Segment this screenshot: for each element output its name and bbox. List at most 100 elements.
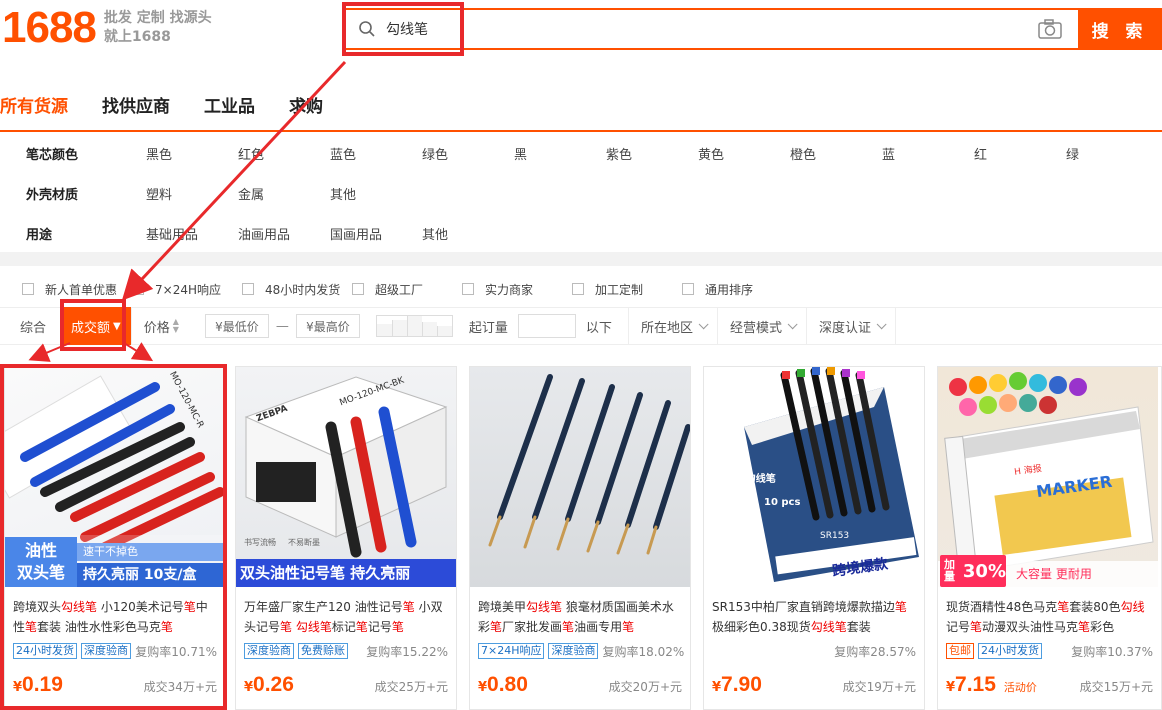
arrow-sort-left — [28, 342, 71, 362]
verification-dropdown[interactable]: 深度认证 — [805, 307, 896, 345]
product-card[interactable]: MO-120-MC-R 油性 双头笔 速干不掉色 持久亮丽 10支/盒 跨境双头… — [4, 366, 226, 710]
title-text: 厂家批发画 — [502, 620, 563, 634]
checkbox-box[interactable] — [462, 283, 474, 295]
moq-input[interactable] — [517, 314, 576, 338]
max-price-input[interactable]: ¥最高价 — [295, 314, 360, 338]
moq-label: 起订量 — [468, 320, 508, 336]
product-image[interactable] — [470, 367, 690, 587]
checkbox-new-user[interactable]: 新人首单优惠 — [22, 281, 132, 298]
title-keyword: 笔 — [183, 600, 196, 614]
logo[interactable]: 1688 批发 定制 找源头 就上1688 — [2, 2, 212, 54]
product-title[interactable]: 跨境双头勾线笔 小120美术记号笔中性笔套装 油性水性彩色马克笔 — [5, 587, 225, 639]
service-tag: 24小时发货 — [978, 643, 1042, 659]
checkbox-super-factory[interactable]: 超级工厂 — [352, 281, 462, 298]
checkbox-box[interactable] — [242, 283, 254, 295]
title-text: 套装 — [846, 620, 871, 634]
service-checkboxes: 新人首单优惠 7×24H响应 48小时内发货 超级工厂 实力商家 加工定制 通用… — [0, 276, 1162, 302]
product-image[interactable]: MARKER H 海报 加量 30% 大容量 更耐用 — [938, 367, 1158, 587]
checkbox-48h[interactable]: 48小时内发货 — [242, 281, 352, 298]
attr-value[interactable]: 蓝色 — [330, 144, 422, 163]
currency-symbol: ¥ — [478, 680, 488, 695]
attr-value[interactable]: 黑色 — [146, 144, 238, 163]
price-row: ¥ 0.19 成交34万+元 — [5, 673, 225, 697]
sort-comprehensive[interactable]: 综合 — [0, 307, 62, 345]
checkbox-box[interactable] — [682, 283, 694, 295]
checkbox-box[interactable] — [22, 283, 34, 295]
page-root: 1688 批发 定制 找源头 就上1688 勾线笔 搜 索 所有货源 找供应商 … — [0, 0, 1162, 710]
title-keyword: 笔 — [355, 620, 368, 634]
attr-value[interactable]: 蓝 — [882, 144, 974, 163]
currency-symbol: ¥ — [946, 680, 956, 695]
product-image[interactable]: 授权代理 SR153勾线笔 10 pcs SR153 跨境爆款 — [704, 367, 924, 587]
checkbox-strong-merchant[interactable]: 实力商家 — [462, 281, 572, 298]
checkbox-box[interactable] — [572, 283, 584, 295]
product-card[interactable]: 授权代理 SR153勾线笔 10 pcs SR153 跨境爆款 SR153中柏厂… — [703, 366, 925, 710]
attr-value[interactable]: 红色 — [238, 144, 330, 163]
sort-sales-amount[interactable]: 成交额 ▼ — [61, 307, 132, 345]
auth-line-1: 授权代理 — [710, 460, 750, 471]
attr-value[interactable]: 油画用品 — [238, 224, 330, 243]
business-mode-dropdown[interactable]: 经营模式 — [716, 307, 806, 345]
attr-value[interactable]: 黑 — [514, 144, 606, 163]
attr-value[interactable]: 黄色 — [698, 144, 790, 163]
checkbox-box[interactable] — [132, 283, 144, 295]
title-keyword: 笔 — [1057, 600, 1070, 614]
checkbox-general-sort[interactable]: 通用排序 — [682, 281, 792, 298]
attr-value[interactable]: 橙色 — [790, 144, 882, 163]
checkbox-box[interactable] — [352, 283, 364, 295]
title-text: 彩色 — [1090, 620, 1115, 634]
sort-price[interactable]: 价格 ▲ ▼ — [132, 307, 191, 345]
product-title[interactable]: 跨境美甲勾线笔 狼毫材质国画美术水彩笔厂家批发画笔油画专用笔 — [470, 587, 690, 639]
attr-value[interactable]: 基础用品 — [146, 224, 238, 243]
location-dropdown[interactable]: 所在地区 — [627, 307, 717, 345]
camera-icon[interactable] — [1030, 10, 1070, 48]
repurchase-rate: 复购率28.57% — [834, 644, 916, 659]
feature-icons: 书写流畅 不易断墨 — [244, 537, 320, 548]
arrow-sort-right — [123, 342, 154, 362]
attr-value[interactable]: 紫色 — [606, 144, 698, 163]
attr-value[interactable]: 其他 — [422, 224, 514, 243]
title-text: 套装 油性水性彩色马克 — [37, 620, 161, 634]
attr-value[interactable]: 金属 — [238, 184, 330, 203]
badge-line-2: 双头笔 — [16, 563, 65, 582]
price-distribution-icon[interactable] — [375, 315, 453, 337]
price-range: ¥最低价 — ¥最高价 — [204, 314, 360, 338]
auth-line-2: SR153勾线笔 — [710, 474, 776, 485]
min-price-input[interactable]: ¥最低价 — [204, 314, 269, 338]
promo-percent: 30% — [962, 560, 1006, 582]
product-card[interactable]: ZEBPA MO-120-MC-BK 书写流畅 不易断墨 双头油性记号笔 持久亮… — [235, 366, 457, 710]
nav-industrial[interactable]: 工业品 — [204, 92, 255, 132]
attr-value[interactable]: 红 — [974, 144, 1066, 163]
attr-value[interactable]: 塑料 — [146, 184, 238, 203]
product-card[interactable]: 跨境美甲勾线笔 狼毫材质国画美术水彩笔厂家批发画笔油画专用笔 7×24H响应 深… — [469, 366, 691, 710]
chevron-down-icon — [698, 318, 709, 329]
product-image[interactable]: MO-120-MC-R 油性 双头笔 速干不掉色 持久亮丽 10支/盒 — [5, 367, 225, 587]
checkbox-custom[interactable]: 加工定制 — [572, 281, 682, 298]
attr-value[interactable]: 绿色 — [422, 144, 514, 163]
auth-label: 授权代理 SR153勾线笔 — [710, 459, 776, 487]
sales-volume: 成交15万+元 — [1079, 680, 1153, 694]
nav-all-goods[interactable]: 所有货源 — [0, 92, 68, 132]
sort-arrows-icon: ▲ ▼ — [172, 317, 179, 334]
checkbox-label: 48小时内发货 — [265, 282, 341, 297]
attr-value[interactable]: 国画用品 — [330, 224, 422, 243]
nav-buying-request[interactable]: 求购 — [289, 92, 323, 132]
product-title[interactable]: 现货酒精性48色马克笔套装80色勾线记号笔动漫双头油性马克笔彩色 — [938, 587, 1161, 639]
title-keyword: 笔 — [1078, 620, 1091, 634]
title-keyword: 勾线 — [1120, 600, 1145, 614]
product-card[interactable]: MARKER H 海报 加量 30% 大容量 更耐用 现货酒精性48色马克笔套装… — [937, 366, 1162, 710]
checkbox-7x24[interactable]: 7×24H响应 — [132, 281, 242, 298]
attr-value[interactable]: 绿 — [1066, 144, 1126, 163]
title-text: 小120美术记号 — [97, 600, 184, 614]
product-title[interactable]: 万年盛厂家生产120 油性记号笔 小双头记号笔 勾线笔标记笔记号笔 — [236, 587, 456, 639]
nav-suppliers[interactable]: 找供应商 — [102, 92, 170, 132]
chevron-down-icon — [876, 318, 887, 329]
checkbox-label: 通用排序 — [705, 282, 754, 297]
search-input[interactable]: 勾线笔 — [346, 10, 1030, 48]
product-title[interactable]: SR153中柏厂家直销跨境爆款描边笔 极细彩色0.38现货勾线笔套装 — [704, 587, 924, 639]
attr-value[interactable]: 其他 — [330, 184, 422, 203]
search-button[interactable]: 搜 索 — [1078, 8, 1162, 50]
product-image[interactable]: ZEBPA MO-120-MC-BK 书写流畅 不易断墨 双头油性记号笔 持久亮… — [236, 367, 456, 587]
price: 0.80 — [487, 673, 528, 696]
title-keyword: 勾线笔 — [295, 620, 332, 634]
